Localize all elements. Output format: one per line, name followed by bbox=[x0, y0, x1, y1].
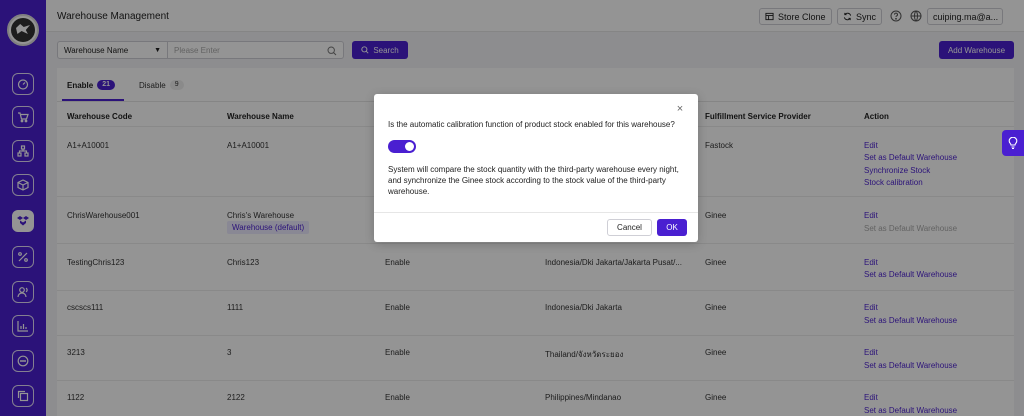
lightbulb-icon bbox=[1008, 137, 1018, 149]
ok-button[interactable]: OK bbox=[657, 219, 687, 236]
dialog-divider bbox=[374, 212, 698, 213]
calibration-dialog: × Is the automatic calibration function … bbox=[374, 94, 698, 242]
help-bulb-button[interactable] bbox=[1002, 130, 1024, 156]
toggle-knob bbox=[405, 142, 414, 151]
dialog-question: Is the automatic calibration function of… bbox=[388, 120, 675, 129]
close-icon[interactable]: × bbox=[675, 104, 685, 115]
calibration-toggle[interactable] bbox=[388, 140, 416, 153]
dialog-description: System will compare the stock quantity w… bbox=[388, 165, 679, 196]
cancel-button[interactable]: Cancel bbox=[607, 219, 652, 236]
